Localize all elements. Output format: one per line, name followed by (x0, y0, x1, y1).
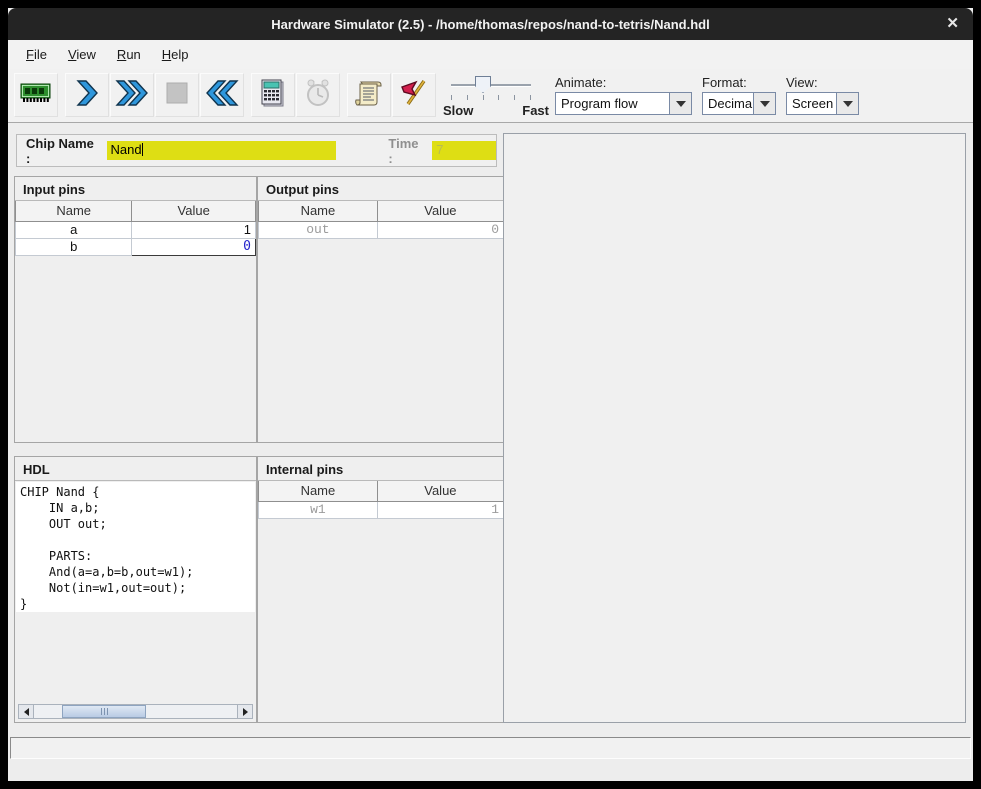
column-header-value: Value (377, 201, 503, 221)
input-pins-panel: Input pins Name Value a 1 b 0 (14, 176, 257, 443)
hdl-title: HDL (15, 457, 256, 481)
single-step-icon (74, 79, 100, 112)
output-pins-title: Output pins (258, 177, 504, 201)
toolbar: Slow Fast Animate: Program flow Format: … (8, 69, 973, 123)
menu-view[interactable]: View (58, 43, 107, 66)
chip-name-input[interactable]: Nand (107, 141, 336, 160)
clock-icon (303, 78, 333, 113)
column-header-name: Name (259, 201, 378, 221)
table-row: b 0 (16, 238, 256, 255)
pin-value-b[interactable]: 0 (132, 238, 256, 255)
format-combo-group: Format: Decimal (702, 75, 776, 115)
time-label: Time : (388, 136, 426, 166)
window-title: Hardware Simulator (2.5) - /home/thomas/… (271, 17, 709, 32)
menu-file[interactable]: File (16, 43, 58, 66)
slider-thumb[interactable] (475, 76, 491, 93)
chip-name-bar: Chip Name : Nand Time : 7 (16, 134, 497, 167)
column-header-name: Name (259, 481, 378, 501)
hdl-panel: HDL CHIP Nand { IN a,b; OUT out; PARTS: … (14, 456, 257, 723)
chevron-down-icon (843, 101, 853, 107)
input-pins-title: Input pins (15, 177, 256, 201)
chevron-down-icon (676, 101, 686, 107)
animate-label: Animate: (555, 75, 692, 90)
view-dropdown-button[interactable] (836, 93, 858, 114)
format-select[interactable]: Decimal (702, 92, 776, 115)
slider-ticks (451, 95, 531, 101)
menu-bar: File View Run Help (8, 40, 973, 69)
run-icon (115, 79, 149, 112)
status-bar (10, 737, 971, 759)
stop-button[interactable] (155, 73, 199, 117)
column-header-value: Value (377, 481, 503, 501)
format-dropdown-button[interactable] (753, 93, 775, 114)
chip-icon (20, 81, 52, 110)
animate-combo-group: Animate: Program flow (555, 75, 692, 115)
chip-name-label: Chip Name : (26, 136, 101, 166)
triangle-left-icon (24, 708, 29, 716)
run-button[interactable] (110, 73, 154, 117)
calculator-icon (260, 78, 286, 113)
pin-name-b: b (16, 238, 132, 255)
breakpoint-button[interactable] (392, 73, 436, 117)
internal-pins-title: Internal pins (258, 457, 504, 481)
view-select[interactable]: Screen (786, 92, 859, 115)
table-row: w1 1 (259, 501, 504, 518)
time-field: 7 (432, 141, 496, 160)
internal-pins-panel: Internal pins Name Value w1 1 (257, 456, 505, 723)
load-chip-button[interactable] (14, 73, 58, 117)
speed-slider: Slow Fast (445, 73, 541, 119)
screen-view-panel (503, 133, 966, 723)
format-label: Format: (702, 75, 776, 90)
pin-name-w1: w1 (259, 501, 378, 518)
single-step-button[interactable] (65, 73, 109, 117)
slider-label-fast: Fast (522, 103, 549, 118)
scrollbar-track[interactable] (34, 705, 237, 718)
view-label: View: (786, 75, 859, 90)
clock-button[interactable] (296, 73, 340, 117)
format-value: Decimal (703, 93, 753, 114)
slider-label-slow: Slow (443, 103, 473, 118)
menu-help[interactable]: Help (152, 43, 200, 66)
script-icon (355, 79, 383, 112)
stop-icon (165, 81, 189, 110)
column-header-value: Value (132, 201, 256, 221)
column-header-name: Name (16, 201, 132, 221)
scroll-right-button[interactable] (237, 705, 252, 718)
pin-value-out: 0 (377, 221, 503, 238)
chevron-down-icon (760, 101, 770, 107)
animate-dropdown-button[interactable] (669, 93, 691, 114)
view-value: Screen (787, 93, 836, 114)
pin-name-a: a (16, 221, 132, 238)
menu-run[interactable]: Run (107, 43, 152, 66)
view-combo-group: View: Screen (786, 75, 859, 115)
pin-name-out: out (259, 221, 378, 238)
slider-track (451, 84, 531, 87)
output-pins-table: Name Value out 0 (258, 201, 504, 239)
script-button[interactable] (347, 73, 391, 117)
reset-button[interactable] (200, 73, 244, 117)
output-pins-panel: Output pins Name Value out 0 (257, 176, 505, 443)
pin-value-a[interactable]: 1 (132, 221, 256, 238)
scroll-left-button[interactable] (19, 705, 34, 718)
table-row: out 0 (259, 221, 504, 238)
hdl-horizontal-scrollbar[interactable] (18, 704, 253, 719)
pin-value-w1: 1 (377, 501, 503, 518)
triangle-right-icon (243, 708, 248, 716)
reset-icon (205, 79, 239, 112)
calculator-button[interactable] (251, 73, 295, 117)
table-row: a 1 (16, 221, 256, 238)
text-caret (142, 143, 143, 156)
title-bar: Hardware Simulator (2.5) - /home/thomas/… (8, 8, 973, 40)
app-window: Hardware Simulator (2.5) - /home/thomas/… (8, 8, 973, 781)
close-icon[interactable]: ✕ (946, 14, 959, 32)
scrollbar-thumb[interactable] (62, 705, 146, 718)
internal-pins-table: Name Value w1 1 (258, 481, 504, 519)
main-content: Chip Name : Nand Time : 7 Input pins Nam… (8, 123, 973, 781)
breakpoint-flag-icon (399, 78, 429, 113)
animate-value: Program flow (556, 93, 669, 114)
hdl-code-view[interactable]: CHIP Nand { IN a,b; OUT out; PARTS: And(… (16, 482, 255, 612)
animate-select[interactable]: Program flow (555, 92, 692, 115)
input-pins-table: Name Value a 1 b 0 (15, 201, 256, 256)
